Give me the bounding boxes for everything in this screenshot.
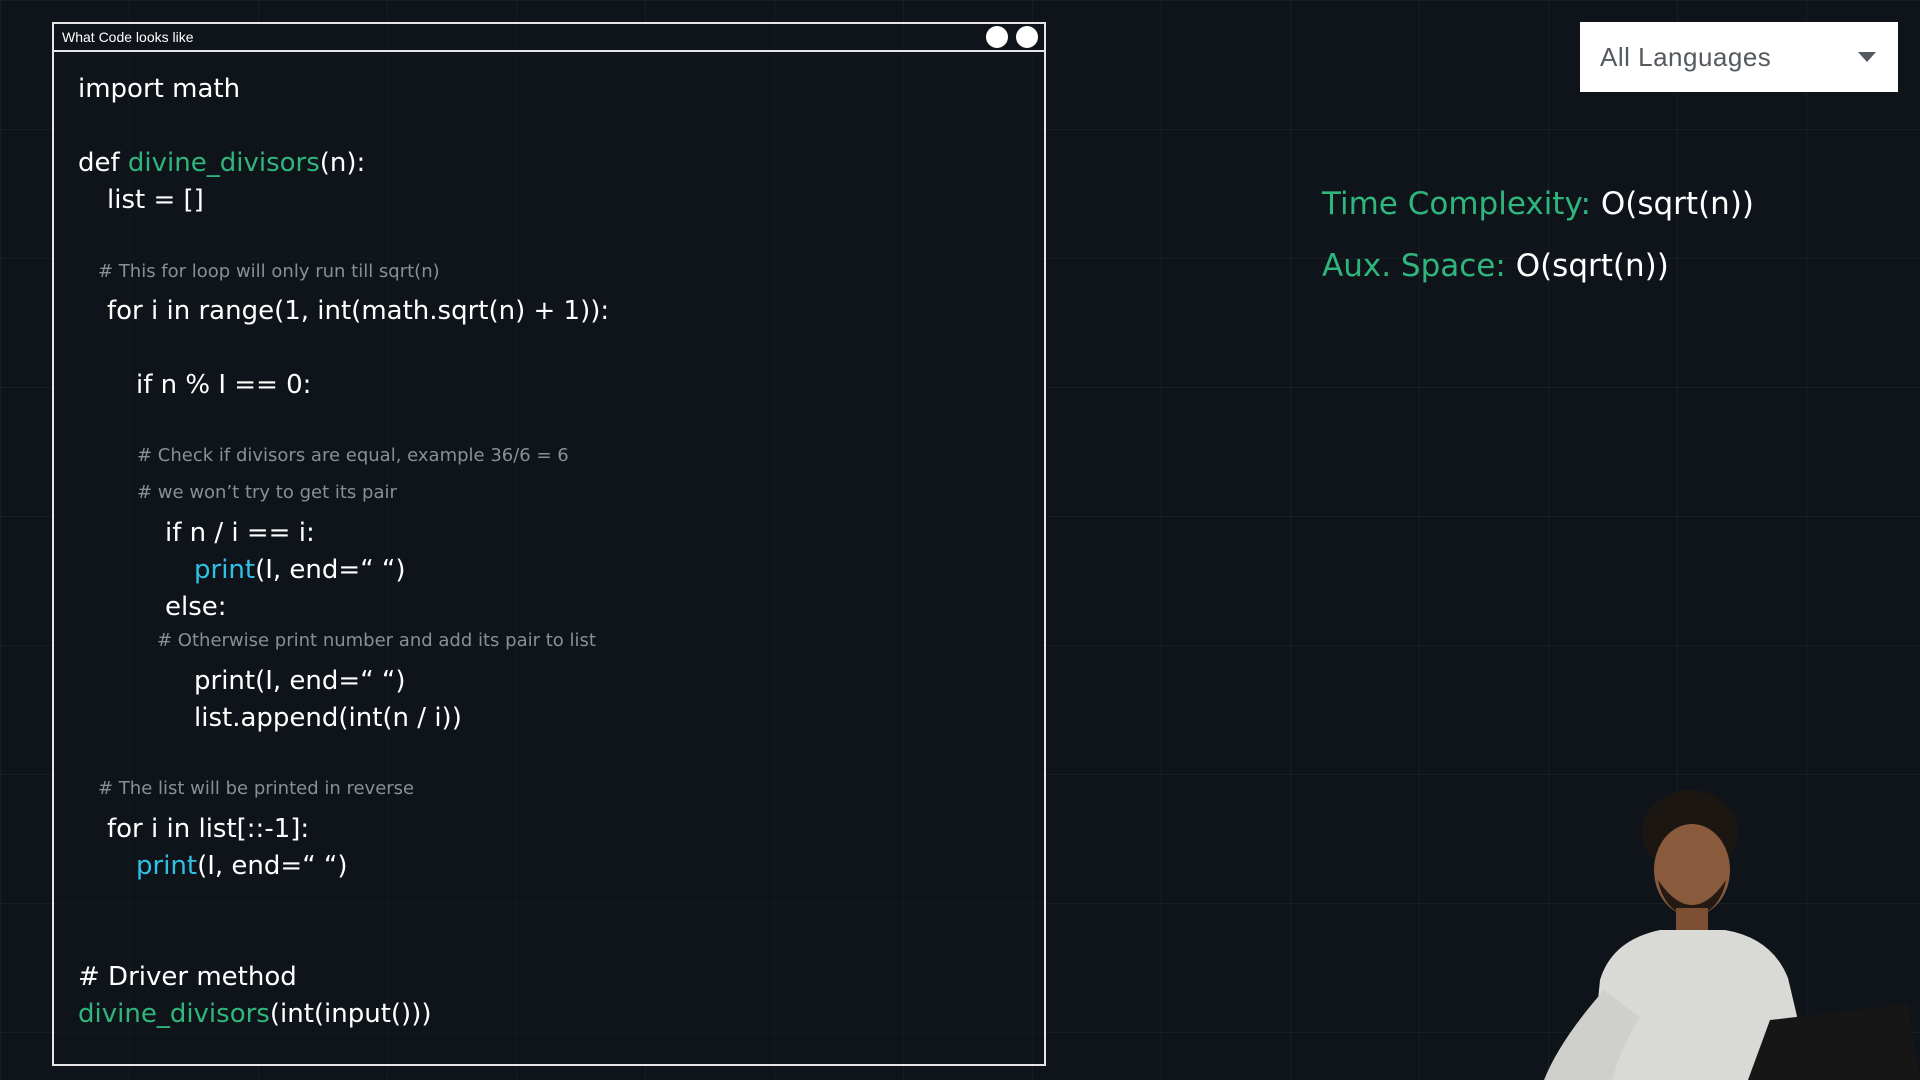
code-line: def divine_divisors(n): — [78, 148, 366, 178]
code-comment: # Otherwise print number and add its pai… — [157, 630, 596, 651]
code-line: for i in range(1, int(math.sqrt(n) + 1))… — [107, 296, 610, 326]
code-line: if n % I == 0: — [136, 370, 312, 400]
code-line: list.append(int(n / i)) — [194, 703, 462, 733]
builtin-print: print — [194, 555, 256, 585]
presenter-face — [1654, 824, 1730, 916]
presenter-illustration — [1544, 790, 1920, 1080]
time-complexity-label: Time Complexity: — [1322, 186, 1591, 222]
aux-space-label: Aux. Space: — [1322, 248, 1506, 284]
code-line: # Driver method — [78, 962, 297, 992]
code-comment: # The list will be printed in reverse — [98, 778, 415, 799]
code-line: print(I, end=“ “) — [194, 666, 406, 696]
code-comment: # we won’t try to get its pair — [137, 482, 397, 503]
language-select[interactable]: All Languages — [1580, 22, 1898, 92]
code-comment: # This for loop will only run till sqrt(… — [98, 261, 440, 282]
code-line: print(I, end=“ “) — [194, 555, 406, 585]
complexity-panel: Time Complexity: O(sqrt(n)) Aux. Space: … — [1322, 184, 1754, 308]
time-complexity: Time Complexity: O(sqrt(n)) — [1322, 184, 1754, 224]
aux-space: Aux. Space: O(sqrt(n)) — [1322, 246, 1754, 286]
code-line: for i in list[::-1]: — [107, 814, 310, 844]
chevron-down-icon — [1858, 52, 1876, 62]
builtin-print: print — [136, 851, 198, 881]
code-window: What Code looks like import math def div… — [52, 22, 1046, 1066]
time-complexity-value: O(sqrt(n)) — [1600, 186, 1755, 222]
function-name: divine_divisors — [127, 148, 320, 178]
code-line: list = [] — [107, 185, 204, 215]
code-line: if n / i == i: — [165, 518, 315, 548]
code-line: else: — [165, 592, 227, 622]
function-name: divine_divisors — [78, 999, 270, 1029]
code-line: import math — [78, 74, 241, 104]
language-select-value: All Languages — [1600, 41, 1772, 72]
code-line: print(I, end=“ “) — [136, 851, 348, 881]
code-comment: # Check if divisors are equal, example 3… — [137, 445, 569, 466]
code-line: divine_divisors(int(input())) — [78, 999, 432, 1029]
aux-space-value: O(sqrt(n)) — [1515, 248, 1669, 284]
code-block: import math def divine_divisors(n): list… — [54, 24, 1044, 1064]
